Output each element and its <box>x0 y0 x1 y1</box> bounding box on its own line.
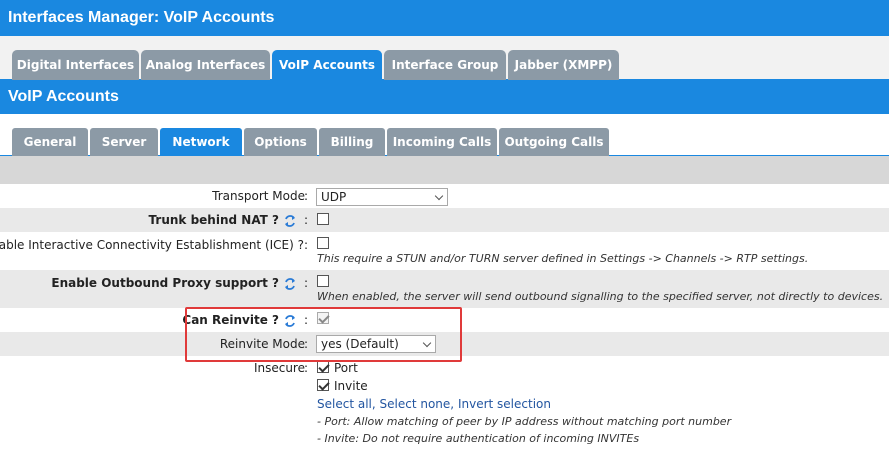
ice-note: This require a STUN and/or TURN server d… <box>317 252 809 265</box>
transport-mode-label: Transport Mode <box>212 189 305 203</box>
link-separator: , <box>450 397 455 411</box>
chevron-down-icon <box>434 191 444 201</box>
tab-analog-interfaces[interactable]: Analog Interfaces <box>141 50 270 80</box>
transport-mode-value: UDP <box>321 190 347 204</box>
form-header-band <box>0 156 889 184</box>
sub-tab-strip: General Server Network Options Billing I… <box>0 114 889 156</box>
invert-selection-link[interactable]: Invert selection <box>458 397 551 411</box>
row-transport-mode: Transport Mode : UDP <box>0 184 889 208</box>
window-title: Interfaces Manager: VoIP Accounts <box>0 0 889 36</box>
colon: : <box>304 361 309 375</box>
insecure-invite-checkbox[interactable] <box>317 379 329 391</box>
insecure-port-note: - Port: Allow matching of peer by IP add… <box>317 415 732 428</box>
row-ice: Enable Interactive Connectivity Establis… <box>0 232 889 270</box>
colon: : <box>304 276 309 290</box>
tab-options[interactable]: Options <box>244 128 317 156</box>
row-outbound-proxy: Enable Outbound Proxy support ? : When e… <box>0 270 889 308</box>
tab-outgoing-calls[interactable]: Outgoing Calls <box>499 128 609 156</box>
outbound-proxy-note: When enabled, the server will send outbo… <box>317 290 884 303</box>
ice-checkbox[interactable] <box>317 237 329 249</box>
outbound-proxy-checkbox[interactable] <box>317 275 329 287</box>
link-separator: , <box>371 397 376 411</box>
insecure-invite-note: - Invite: Do not require authentication … <box>317 432 640 445</box>
tab-billing[interactable]: Billing <box>319 128 385 156</box>
tab-server[interactable]: Server <box>90 128 158 156</box>
tab-incoming-calls[interactable]: Incoming Calls <box>387 128 497 156</box>
row-insecure: Insecure : Port Invite Select all, Selec… <box>0 356 889 449</box>
insecure-port-label: Port <box>334 361 358 375</box>
colon: : <box>304 189 309 203</box>
tab-voip-accounts[interactable]: VoIP Accounts <box>272 50 382 80</box>
transport-mode-select[interactable]: UDP <box>316 188 448 206</box>
highlight-box <box>185 307 462 362</box>
ice-label: Enable Interactive Connectivity Establis… <box>0 238 304 252</box>
refresh-help-icon[interactable] <box>283 214 297 228</box>
tab-jabber-xmpp[interactable]: Jabber (XMPP) <box>508 50 619 80</box>
selection-links: Select all, Select none, Invert selectio… <box>317 397 551 411</box>
insecure-label: Insecure <box>253 361 305 375</box>
colon: : <box>304 238 309 252</box>
main-tab-strip: Digital Interfaces Analog Interfaces VoI… <box>0 36 889 80</box>
refresh-help-icon[interactable] <box>283 277 297 291</box>
tab-digital-interfaces[interactable]: Digital Interfaces <box>12 50 139 80</box>
insecure-port-checkbox[interactable] <box>317 361 329 373</box>
tab-general[interactable]: General <box>12 128 88 156</box>
trunk-nat-label: Trunk behind NAT ? <box>148 213 279 227</box>
trunk-nat-checkbox[interactable] <box>317 213 329 225</box>
tab-interface-group[interactable]: Interface Group <box>384 50 506 80</box>
tab-network[interactable]: Network <box>160 128 242 156</box>
insecure-invite-label: Invite <box>334 379 368 393</box>
row-trunk-nat: Trunk behind NAT ? : <box>0 208 889 232</box>
select-all-link[interactable]: Select all <box>317 397 372 411</box>
colon: : <box>304 213 309 227</box>
section-title: VoIP Accounts <box>0 80 889 114</box>
outbound-proxy-label: Enable Outbound Proxy support ? <box>51 276 279 290</box>
select-none-link[interactable]: Select none <box>380 397 451 411</box>
